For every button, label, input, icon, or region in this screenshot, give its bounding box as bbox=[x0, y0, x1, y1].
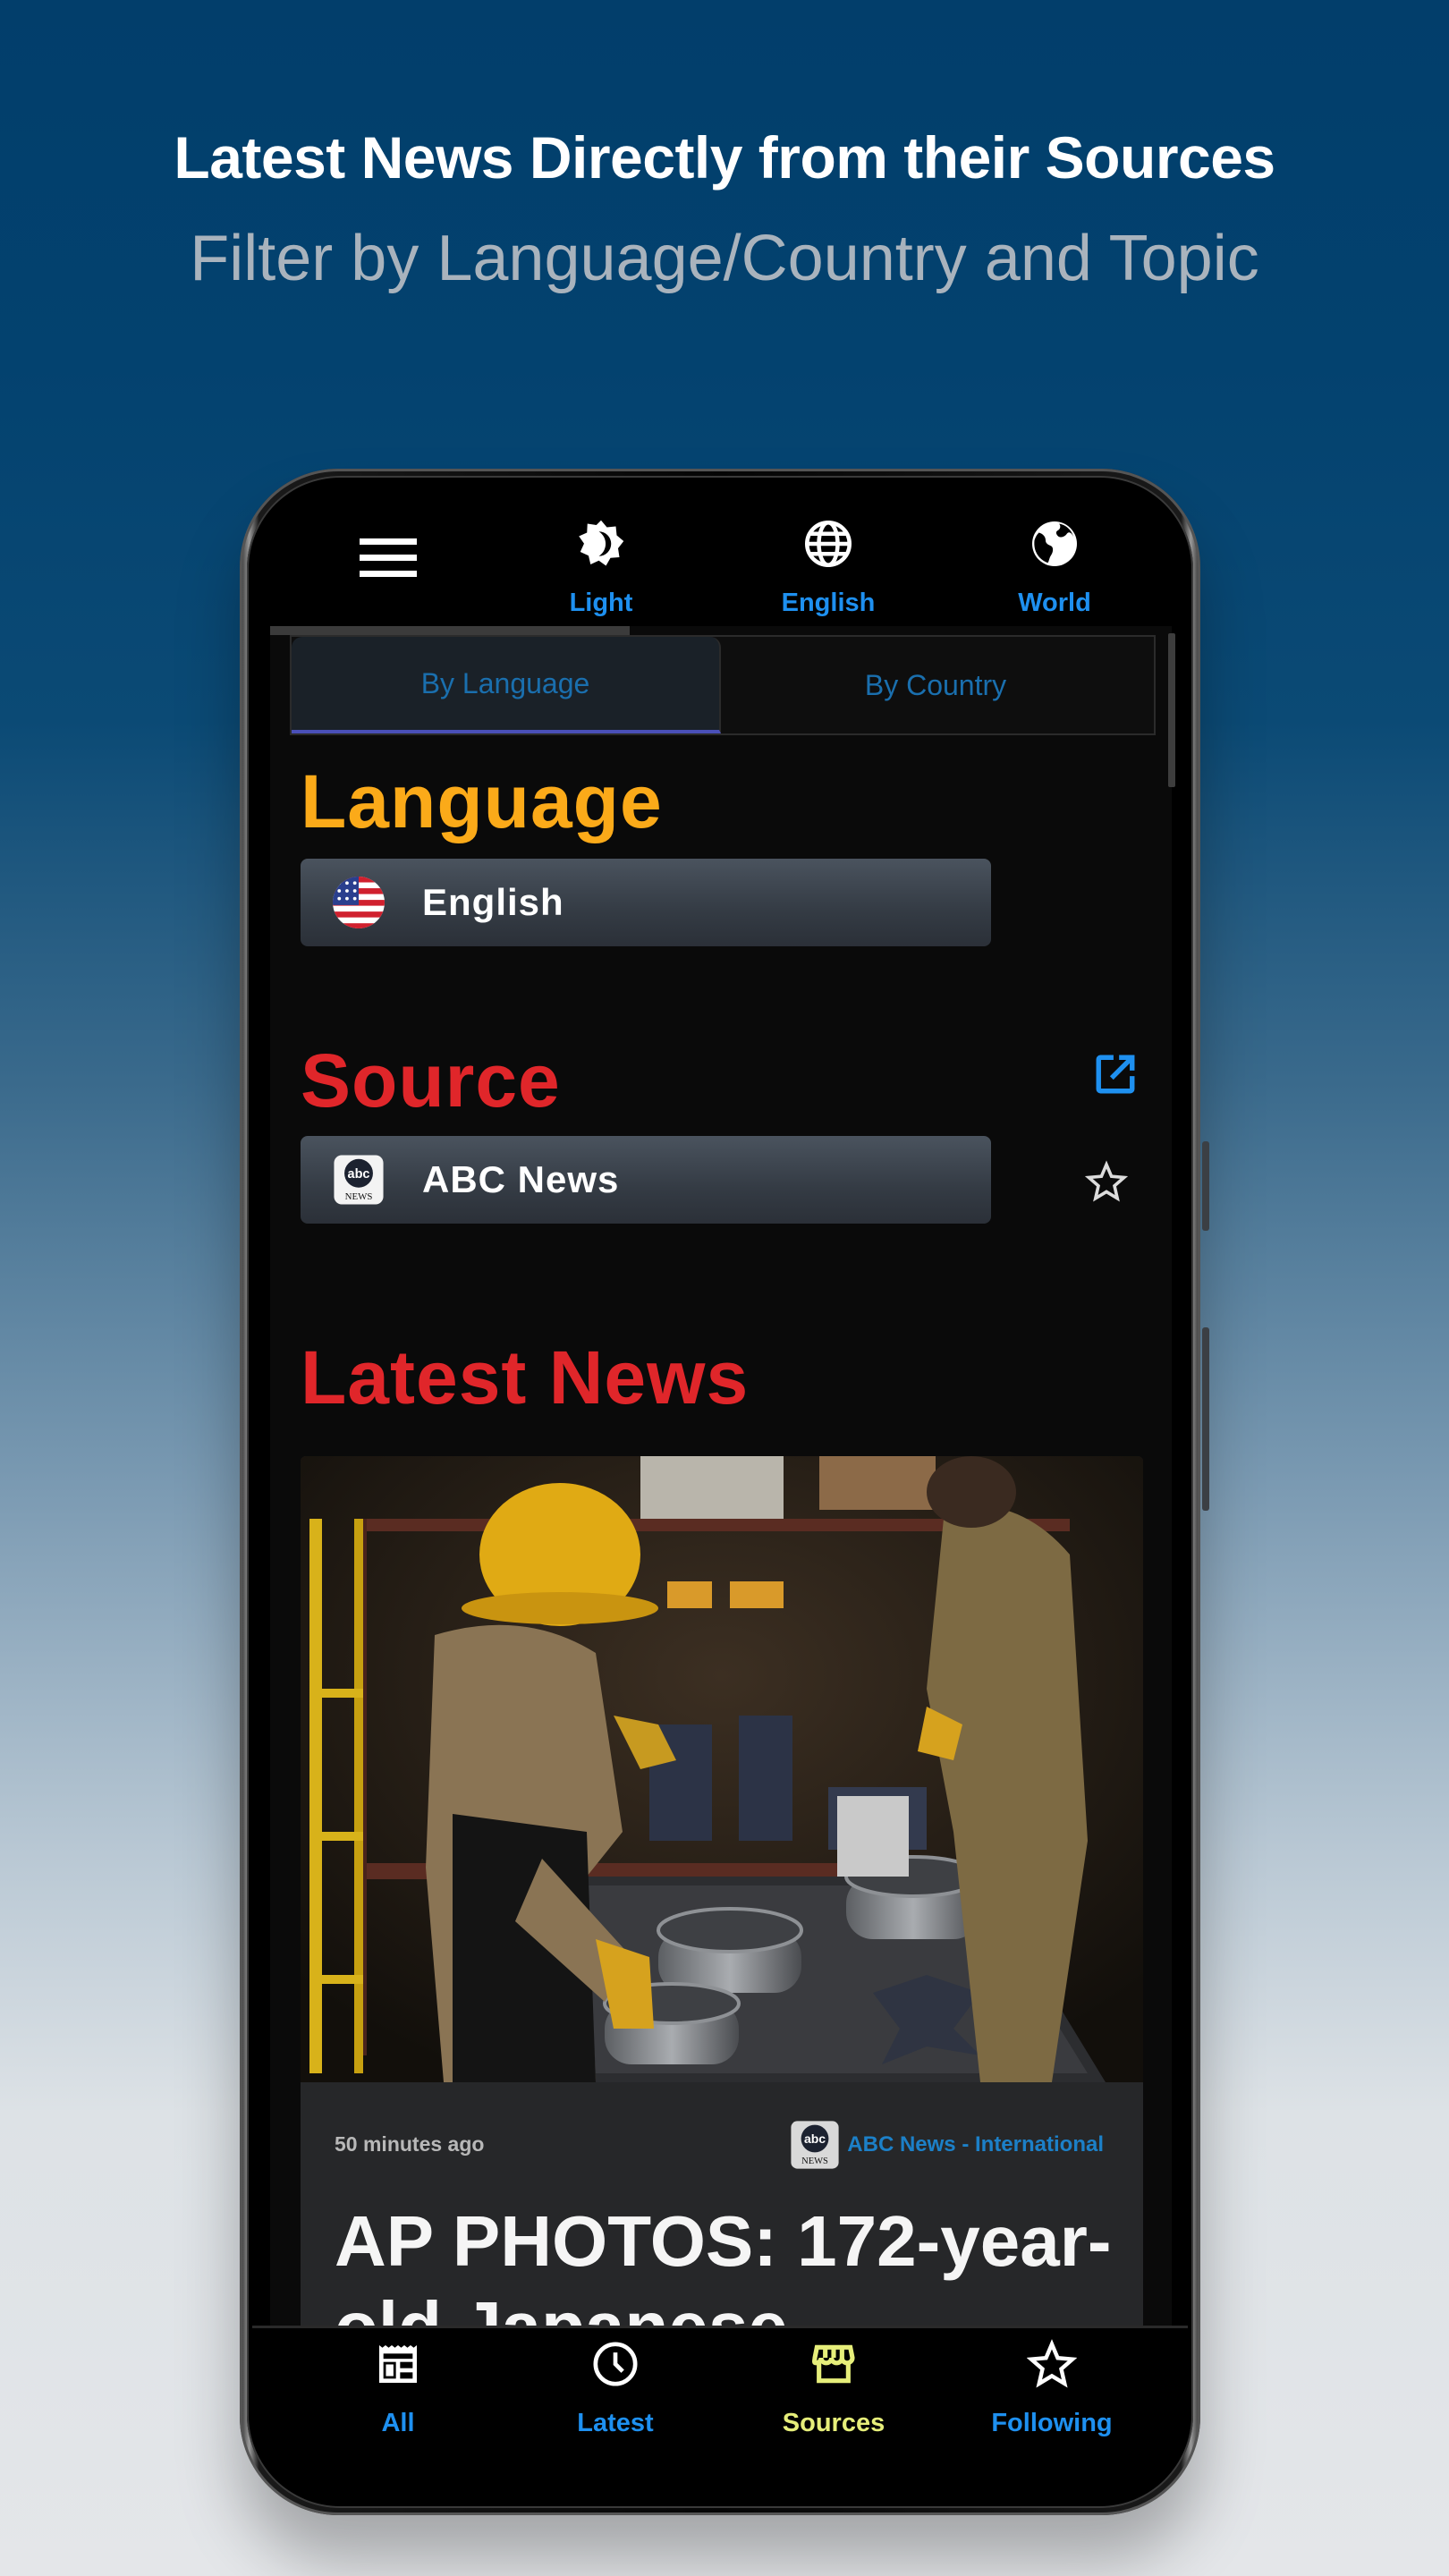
power-button bbox=[1202, 1327, 1209, 1511]
region-label: World bbox=[1018, 589, 1091, 617]
article-source[interactable]: abc NEWS ABC News - International bbox=[790, 2120, 1104, 2170]
filter-tabs: By Language By Country bbox=[290, 635, 1156, 735]
language-label: English bbox=[781, 589, 876, 617]
bottom-navigation: All Latest Sources Following bbox=[252, 2326, 1188, 2501]
us-flag-icon bbox=[333, 877, 385, 928]
open-external-icon[interactable] bbox=[1093, 1052, 1138, 1097]
foundry-photo bbox=[301, 1456, 1143, 2082]
language-button[interactable]: English bbox=[752, 517, 904, 618]
nav-sources-label: Sources bbox=[782, 2409, 886, 2437]
horizontal-scroll-indicator bbox=[270, 626, 630, 635]
news-card[interactable]: 50 minutes ago abc NEWS ABC News - Inter… bbox=[301, 1456, 1143, 2351]
nav-following-label: Following bbox=[991, 2409, 1113, 2437]
top-app-bar: Light English World bbox=[252, 483, 1188, 633]
abc-news-logo: abc NEWS bbox=[334, 1155, 384, 1205]
nav-following[interactable]: Following bbox=[962, 2339, 1141, 2438]
language-selector[interactable]: English bbox=[301, 859, 991, 946]
selected-source: ABC News bbox=[422, 1158, 620, 1200]
nav-all[interactable]: All bbox=[309, 2339, 487, 2438]
abc-news-logo: abc NEWS bbox=[791, 2121, 839, 2169]
volume-button bbox=[1202, 1141, 1209, 1231]
theme-label: Light bbox=[569, 589, 633, 617]
tab-by-country[interactable]: By Country bbox=[721, 637, 1150, 733]
vertical-scrollbar[interactable] bbox=[1168, 633, 1175, 787]
promo-subtitle: Filter by Language/Country and Topic bbox=[190, 223, 1259, 294]
article-image[interactable] bbox=[301, 1456, 1143, 2082]
star-outline-icon bbox=[1027, 2339, 1077, 2388]
svg-text:NEWS: NEWS bbox=[345, 1191, 373, 1202]
selected-language: English bbox=[422, 881, 564, 923]
source-selector[interactable]: abc NEWS ABC News bbox=[301, 1136, 991, 1224]
article-source-name: ABC News - International bbox=[847, 2132, 1104, 2157]
nav-latest[interactable]: Latest bbox=[526, 2339, 705, 2438]
newspaper-icon bbox=[379, 2345, 417, 2383]
region-button[interactable]: World bbox=[979, 517, 1131, 618]
tab-by-language[interactable]: By Language bbox=[292, 637, 721, 733]
hamburger-menu-icon[interactable] bbox=[360, 538, 417, 580]
clock-icon bbox=[593, 2342, 638, 2386]
globe-grid-icon bbox=[805, 521, 852, 567]
source-heading: Source bbox=[301, 1038, 561, 1123]
svg-text:abc: abc bbox=[804, 2131, 826, 2146]
app-screen: Light English World By Language By Count… bbox=[252, 483, 1188, 2501]
theme-toggle-button[interactable]: Light bbox=[525, 517, 677, 618]
storefront-icon bbox=[811, 2344, 855, 2384]
nav-sources[interactable]: Sources bbox=[744, 2339, 923, 2438]
promo-title: Latest News Directly from their Sources bbox=[174, 124, 1275, 191]
latest-news-heading: Latest News bbox=[301, 1335, 750, 1419]
nav-all-label: All bbox=[381, 2409, 415, 2437]
earth-icon bbox=[1032, 521, 1077, 566]
theme-brightness-icon bbox=[579, 520, 624, 566]
follow-source-star-icon[interactable] bbox=[1085, 1160, 1128, 1203]
article-time: 50 minutes ago bbox=[335, 2132, 485, 2156]
language-heading: Language bbox=[301, 759, 663, 843]
svg-text:NEWS: NEWS bbox=[801, 2157, 828, 2166]
nav-latest-label: Latest bbox=[577, 2409, 654, 2437]
svg-text:abc: abc bbox=[348, 1167, 370, 1182]
